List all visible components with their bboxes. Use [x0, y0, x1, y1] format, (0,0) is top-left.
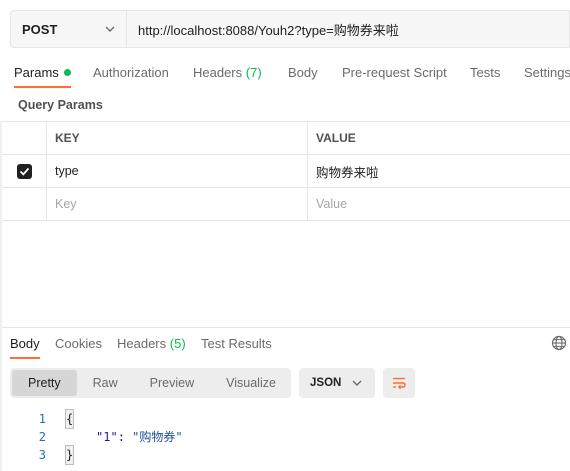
- request-tabs: Params Authorization Headers (7) Body Pr…: [0, 62, 570, 88]
- query-params-title: Query Params: [18, 98, 103, 112]
- response-format-label: JSON: [310, 377, 342, 389]
- method-select[interactable]: POST: [11, 11, 127, 47]
- chevron-down-icon: [352, 380, 362, 386]
- param-value-input[interactable]: 购物券来啦: [308, 155, 570, 187]
- pane-divider[interactable]: [2, 327, 570, 328]
- params-active-dot: [63, 69, 71, 76]
- tab-headers[interactable]: Headers (7): [193, 62, 262, 88]
- response-view-modes: Pretty Raw Preview Visualize: [10, 368, 291, 398]
- response-body-editor[interactable]: 1 { 2 "1": "购物券" 3 }: [0, 409, 570, 465]
- code-entry: "1": "购物券": [96, 428, 183, 446]
- column-header-value: VALUE: [316, 131, 356, 145]
- request-url-bar: POST http://localhost:8088/Youh2?type=购物…: [10, 10, 570, 48]
- tab-authorization[interactable]: Authorization: [93, 62, 169, 88]
- code-brace-close: }: [64, 445, 75, 465]
- tab-tests[interactable]: Tests: [470, 62, 500, 88]
- new-value-input[interactable]: Value: [308, 188, 570, 220]
- table-header-select: [2, 122, 47, 154]
- view-visualize-button[interactable]: Visualize: [210, 370, 292, 396]
- view-pretty-button[interactable]: Pretty: [12, 370, 77, 396]
- response-tab-headers[interactable]: Headers (5): [117, 333, 186, 359]
- view-preview-button[interactable]: Preview: [134, 370, 210, 396]
- tab-body[interactable]: Body: [288, 62, 318, 88]
- wrap-lines-icon: [393, 377, 406, 390]
- response-tabs: Body Cookies Headers (5) Test Results: [0, 333, 570, 359]
- globe-icon[interactable]: [551, 335, 567, 351]
- line-number: 2: [38, 430, 46, 444]
- response-tab-test-results[interactable]: Test Results: [201, 333, 272, 359]
- row-select-cell-empty: [2, 188, 47, 220]
- response-format-select[interactable]: JSON: [299, 368, 375, 398]
- table-row-empty: Key Value: [2, 188, 570, 221]
- response-tab-headers-label: Headers: [117, 336, 167, 351]
- tab-settings[interactable]: Settings: [524, 62, 570, 88]
- method-label: POST: [22, 21, 58, 37]
- line-number: 1: [38, 412, 46, 426]
- query-params-table: KEY VALUE type 购物券来啦 Key Value: [2, 121, 570, 221]
- tab-params[interactable]: Params: [14, 62, 71, 88]
- tab-headers-label: Headers: [193, 65, 243, 80]
- url-input[interactable]: http://localhost:8088/Youh2?type=购物券来啦: [127, 11, 569, 47]
- response-tab-body[interactable]: Body: [10, 333, 40, 359]
- line-number: 3: [38, 448, 46, 462]
- code-line: 3 }: [0, 445, 570, 465]
- code-line: 2 "1": "购物券": [0, 428, 570, 446]
- view-raw-button[interactable]: Raw: [77, 370, 134, 396]
- row-select-cell: [2, 155, 47, 187]
- chevron-down-icon: [105, 26, 115, 32]
- code-line: 1 {: [0, 409, 570, 429]
- table-row: type 购物券来啦: [2, 155, 570, 188]
- new-key-input[interactable]: Key: [47, 188, 308, 220]
- column-header-key: KEY: [47, 122, 308, 154]
- checkbox-checked-icon[interactable]: [16, 163, 32, 179]
- code-brace-open: {: [64, 409, 75, 429]
- json-key: "1": [96, 430, 118, 444]
- tab-params-label: Params: [14, 65, 59, 80]
- response-tab-cookies[interactable]: Cookies: [55, 333, 102, 359]
- param-key-input[interactable]: type: [47, 155, 308, 187]
- table-header-row: KEY VALUE: [2, 122, 570, 155]
- json-separator: :: [117, 430, 133, 444]
- response-headers-count: (5): [169, 336, 186, 351]
- wrap-lines-button[interactable]: [383, 368, 415, 398]
- headers-count: (7): [245, 65, 262, 80]
- json-value: "购物券": [132, 430, 183, 444]
- tab-prerequest-script[interactable]: Pre-request Script: [342, 62, 447, 88]
